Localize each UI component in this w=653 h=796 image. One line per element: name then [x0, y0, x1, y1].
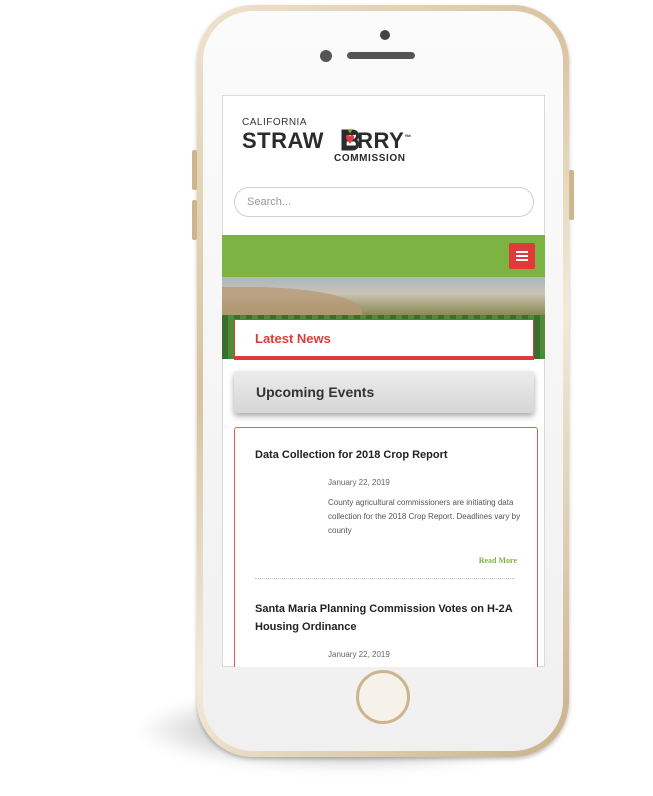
logo-main-left: STRAW — [242, 128, 324, 153]
menu-button[interactable] — [509, 243, 535, 269]
earpiece-speaker — [347, 52, 415, 59]
proximity-sensor-icon — [320, 50, 332, 62]
news-item-summary: County agricultural commissioners are in… — [328, 498, 521, 535]
news-item-date: January 22, 2019 — [328, 650, 390, 659]
home-button[interactable] — [356, 670, 410, 724]
logo-trademark: ™ — [404, 134, 412, 142]
search-input[interactable] — [234, 187, 534, 217]
read-more-link[interactable]: Read More — [479, 556, 517, 565]
news-list: Data Collection for 2018 Crop Report Jan… — [234, 427, 538, 667]
strawberry-heart-icon — [341, 128, 359, 151]
news-item-title[interactable]: Data Collection for 2018 Crop Report — [255, 446, 515, 464]
logo-top-line: CALIFORNIA — [242, 117, 308, 128]
news-divider — [255, 578, 515, 579]
phone-volume-button — [192, 200, 197, 240]
nav-bar — [222, 235, 545, 277]
phone-volume-button — [192, 150, 197, 190]
banner-hill — [222, 287, 362, 317]
tab-upcoming-events[interactable]: Upcoming Events — [234, 371, 534, 413]
news-item-date: January 22, 2019 — [328, 478, 390, 487]
phone-screen: CALIFORNIA STRAWERRY™ COMMISSION Latest … — [222, 95, 545, 667]
logo-main-text: STRAW ERRY™ — [242, 128, 412, 154]
hamburger-menu-icon — [516, 251, 528, 261]
news-item-title[interactable]: Santa Maria Planning Commission Votes on… — [255, 600, 515, 636]
phone-power-button — [569, 170, 574, 220]
front-camera-icon — [380, 30, 390, 40]
tab-latest-news[interactable]: Latest News — [234, 319, 534, 357]
strawberry-commission-logo[interactable]: CALIFORNIA STRAW ERRY™ COMMISSION — [242, 117, 442, 173]
logo-bottom-line: COMMISSION — [334, 153, 406, 164]
